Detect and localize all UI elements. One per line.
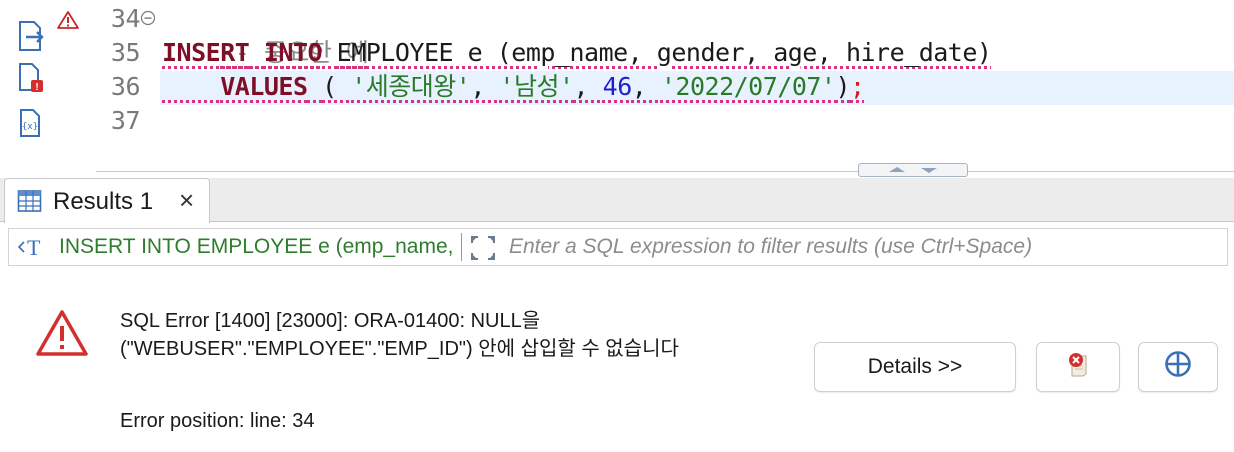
svg-text:{x}: {x}: [22, 122, 38, 132]
string-token: '2022/07/07': [660, 72, 836, 101]
warning-icon: [56, 10, 80, 35]
error-message-line-1: SQL Error [1400] [23000]: ORA-01400: NUL…: [120, 310, 541, 332]
locate-button[interactable]: [1138, 342, 1218, 392]
error-message-line-2: ("WEBUSER"."EMPLOYEE"."EMP_ID") 안에 삽입할 수…: [120, 338, 679, 360]
paren-open: (: [322, 72, 352, 101]
number-token: 46: [602, 72, 633, 101]
line-number: 35: [110, 38, 141, 67]
separator: [461, 233, 462, 261]
sql-text-icon[interactable]: T: [15, 234, 49, 265]
svg-text:!: !: [35, 82, 38, 93]
error-icon: [34, 308, 90, 363]
clear-error-icon: [1064, 350, 1092, 384]
error-file-icon[interactable]: !: [16, 62, 46, 99]
table-icon: [17, 189, 43, 218]
query-text: INSERT INTO EMPLOYEE e (emp_name, gender…: [59, 235, 457, 258]
results-tab-bar: Results 1 ×: [0, 178, 1234, 223]
table-columns-token: EMPLOYEE e (emp_name, gender, age, hire_…: [336, 38, 992, 67]
comma-token: ,: [573, 72, 603, 101]
comma-token: ,: [631, 72, 661, 101]
clear-error-button[interactable]: [1036, 342, 1120, 392]
expand-icon[interactable]: [469, 234, 497, 267]
details-button[interactable]: Details >>: [814, 342, 1016, 392]
keyword-insert: INSERT: [162, 38, 250, 67]
keyword-values: VALUES: [220, 72, 308, 101]
code-line-35: INSERT INTO EMPLOYEE e (emp_name, gender…: [162, 36, 992, 70]
keyword-into: INTO: [263, 38, 323, 67]
line-number: 36: [110, 72, 141, 101]
filter-input[interactable]: [509, 233, 1209, 261]
panel-resize-handle[interactable]: [858, 163, 968, 177]
error-position: Error position: line: 34: [120, 410, 315, 432]
paren-close: ): [835, 72, 851, 101]
tab-label: Results 1: [53, 188, 154, 215]
sql-editor[interactable]: ! {x} 34 35 36 37 -- 중요한 예 INSERT INTO E…: [0, 0, 1234, 177]
svg-text:T: T: [27, 235, 41, 260]
string-token: '세종대왕': [351, 72, 471, 101]
comma-token: ,: [470, 72, 500, 101]
error-panel: SQL Error [1400] [23000]: ORA-01400: NUL…: [0, 266, 1234, 452]
line-number: 34: [110, 4, 141, 33]
editor-gutter: ! {x}: [0, 0, 96, 172]
tab-results-1[interactable]: Results 1 ×: [4, 178, 210, 223]
string-token: '남성': [499, 72, 574, 101]
line-number: 37: [110, 106, 141, 135]
code-line-34: -- 중요한 예: [162, 2, 369, 67]
export-icon[interactable]: [16, 20, 46, 57]
semicolon-token: ;: [850, 72, 865, 101]
target-icon: [1163, 349, 1193, 385]
variables-icon[interactable]: {x}: [18, 108, 44, 143]
code-line-36: VALUES ( '세종대왕', '남성', 46, '2022/07/07')…: [162, 70, 865, 104]
filter-bar: T INSERT INTO EMPLOYEE e (emp_name, gend…: [8, 228, 1228, 266]
fold-icon[interactable]: [140, 10, 156, 31]
close-icon[interactable]: ×: [179, 185, 194, 216]
